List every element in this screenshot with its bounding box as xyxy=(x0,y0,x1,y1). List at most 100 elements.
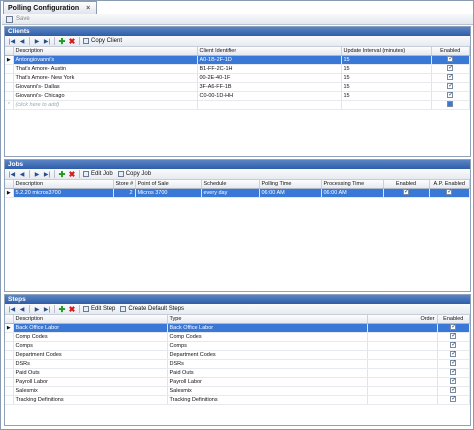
add-client-icon[interactable]: ✚ xyxy=(58,37,66,46)
client-row[interactable]: That's Amore- Austin B1-FF-2C-1H 15 xyxy=(5,64,470,74)
row-indicator[interactable] xyxy=(5,368,14,378)
row-indicator[interactable] xyxy=(5,91,14,101)
row-indicator[interactable] xyxy=(5,377,14,387)
step-description[interactable]: Comp Codes xyxy=(13,332,168,342)
row-indicator[interactable] xyxy=(5,350,14,360)
row-indicator[interactable]: ▶ xyxy=(5,323,14,333)
client-update-interval[interactable]: 15 xyxy=(341,64,432,74)
row-indicator[interactable] xyxy=(5,332,14,342)
client-description[interactable]: Antongiovanni's xyxy=(13,55,198,65)
row-indicator[interactable] xyxy=(5,82,14,92)
add-job-icon[interactable]: ✚ xyxy=(58,170,66,179)
job-ap-enabled-checkbox[interactable] xyxy=(446,188,452,195)
create-default-steps-button[interactable]: Create Default Steps xyxy=(120,306,184,312)
col-header-point-of-sale[interactable]: Point of Sale xyxy=(135,180,202,189)
job-enabled-checkbox[interactable] xyxy=(403,188,409,195)
col-header-type[interactable]: Type xyxy=(167,315,368,324)
tab-polling-configuration[interactable]: Polling Configuration × xyxy=(3,1,98,14)
client-identifier[interactable]: B1-FF-2C-1H xyxy=(197,64,342,74)
step-type[interactable]: Department Codes xyxy=(167,350,368,360)
move-first-icon[interactable]: |◀ xyxy=(8,305,16,313)
step-type[interactable]: Paid Outs xyxy=(167,368,368,378)
row-indicator[interactable] xyxy=(5,73,14,83)
row-indicator[interactable] xyxy=(5,341,14,351)
col-header-update-interval[interactable]: Update Interval (minutes) xyxy=(341,47,432,56)
col-header-polling-time[interactable]: Polling Time xyxy=(259,180,322,189)
move-previous-icon[interactable]: ◀ xyxy=(18,37,26,45)
step-enabled-checkbox[interactable] xyxy=(450,386,456,393)
step-type[interactable]: Comp Codes xyxy=(167,332,368,342)
step-type[interactable]: Back Office Labor xyxy=(167,323,368,333)
step-order[interactable] xyxy=(367,395,438,405)
step-description[interactable]: Comps xyxy=(13,341,168,351)
step-type[interactable]: Payroll Labor xyxy=(167,377,368,387)
step-row[interactable]: Comps Comps xyxy=(5,341,470,351)
copy-client-button[interactable]: Copy Client xyxy=(83,38,122,44)
row-indicator[interactable]: ▶ xyxy=(5,55,14,65)
col-header-client-identifier[interactable]: Client Identifier xyxy=(197,47,342,56)
step-enabled-checkbox[interactable] xyxy=(450,332,456,339)
step-order[interactable] xyxy=(367,350,438,360)
client-row[interactable]: Giovanni's- Dallas 3F-A6-FF-1B 15 xyxy=(5,82,470,92)
row-indicator[interactable] xyxy=(5,64,14,74)
step-row[interactable]: Tracking Definitions Tracking Definitions xyxy=(5,395,470,405)
step-description[interactable]: DSRs xyxy=(13,359,168,369)
client-add-row[interactable]: * (click here to add) xyxy=(5,100,470,110)
step-description[interactable]: Paid Outs xyxy=(13,368,168,378)
client-update-interval[interactable]: 15 xyxy=(341,82,432,92)
job-description[interactable]: 5.2.20 micros3700 xyxy=(13,188,114,198)
step-enabled-checkbox[interactable] xyxy=(450,359,456,366)
client-row[interactable]: Giovanni's- Chicago C0-00-1D-HH 15 xyxy=(5,91,470,101)
step-row[interactable]: DSRs DSRs xyxy=(5,359,470,369)
col-header-processing-time[interactable]: Processing Time xyxy=(321,180,384,189)
client-description[interactable]: Giovanni's- Dallas xyxy=(13,82,198,92)
client-enabled-checkbox[interactable] xyxy=(447,55,453,62)
col-header-enabled[interactable]: Enabled xyxy=(383,180,430,189)
client-update-interval[interactable]: 15 xyxy=(341,91,432,101)
client-enabled-checkbox[interactable] xyxy=(447,91,453,98)
row-indicator[interactable] xyxy=(5,386,14,396)
step-row[interactable]: Paid Outs Paid Outs xyxy=(5,368,470,378)
delete-step-icon[interactable]: ✖ xyxy=(68,305,76,314)
col-header-description[interactable]: Description xyxy=(13,47,198,56)
step-row[interactable]: ▶ Back Office Labor Back Office Labor xyxy=(5,323,470,333)
edit-step-button[interactable]: Edit Step xyxy=(83,306,115,312)
step-description[interactable]: Tracking Definitions xyxy=(13,395,168,405)
job-polling-time[interactable]: 06:00 AM xyxy=(259,188,322,198)
move-first-icon[interactable]: |◀ xyxy=(8,170,16,178)
step-order[interactable] xyxy=(367,386,438,396)
step-type[interactable]: Comps xyxy=(167,341,368,351)
client-row[interactable]: ▶ Antongiovanni's A0-1B-2F-1D 15 xyxy=(5,55,470,65)
job-processing-time[interactable]: 06:00 AM xyxy=(321,188,384,198)
step-order[interactable] xyxy=(367,377,438,387)
client-identifier[interactable]: A0-1B-2F-1D xyxy=(197,55,342,65)
move-last-icon[interactable]: ▶| xyxy=(43,305,51,313)
row-indicator[interactable] xyxy=(5,359,14,369)
step-type[interactable]: Salesmix xyxy=(167,386,368,396)
job-point-of-sale[interactable]: Micros 3700 xyxy=(135,188,202,198)
client-update-interval[interactable]: 15 xyxy=(341,73,432,83)
client-update-interval[interactable]: 15 xyxy=(341,55,432,65)
step-description[interactable]: Salesmix xyxy=(13,386,168,396)
step-row[interactable]: Comp Codes Comp Codes xyxy=(5,332,470,342)
step-row[interactable]: Salesmix Salesmix xyxy=(5,386,470,396)
col-header-enabled[interactable]: Enabled xyxy=(437,315,470,324)
client-description[interactable]: Giovanni's- Chicago xyxy=(13,91,198,101)
move-previous-icon[interactable]: ◀ xyxy=(18,170,26,178)
step-enabled-checkbox[interactable] xyxy=(450,323,456,330)
col-header-ap-enabled[interactable]: A.P. Enabled xyxy=(429,180,470,189)
client-enabled-checkbox[interactable] xyxy=(447,73,453,80)
col-header-enabled[interactable]: Enabled xyxy=(431,47,470,56)
step-type[interactable]: Tracking Definitions xyxy=(167,395,368,405)
step-description[interactable]: Back Office Labor xyxy=(13,323,168,333)
step-order[interactable] xyxy=(367,359,438,369)
delete-client-icon[interactable]: ✖ xyxy=(68,37,76,46)
col-header-description[interactable]: Description xyxy=(13,315,168,324)
client-description[interactable]: That's Amore- New York xyxy=(13,73,198,83)
client-identifier[interactable]: 00-2E-40-1F xyxy=(197,73,342,83)
move-previous-icon[interactable]: ◀ xyxy=(18,305,26,313)
step-type[interactable]: DSRs xyxy=(167,359,368,369)
row-indicator[interactable] xyxy=(5,395,14,405)
step-enabled-checkbox[interactable] xyxy=(450,377,456,384)
step-enabled-checkbox[interactable] xyxy=(450,395,456,402)
